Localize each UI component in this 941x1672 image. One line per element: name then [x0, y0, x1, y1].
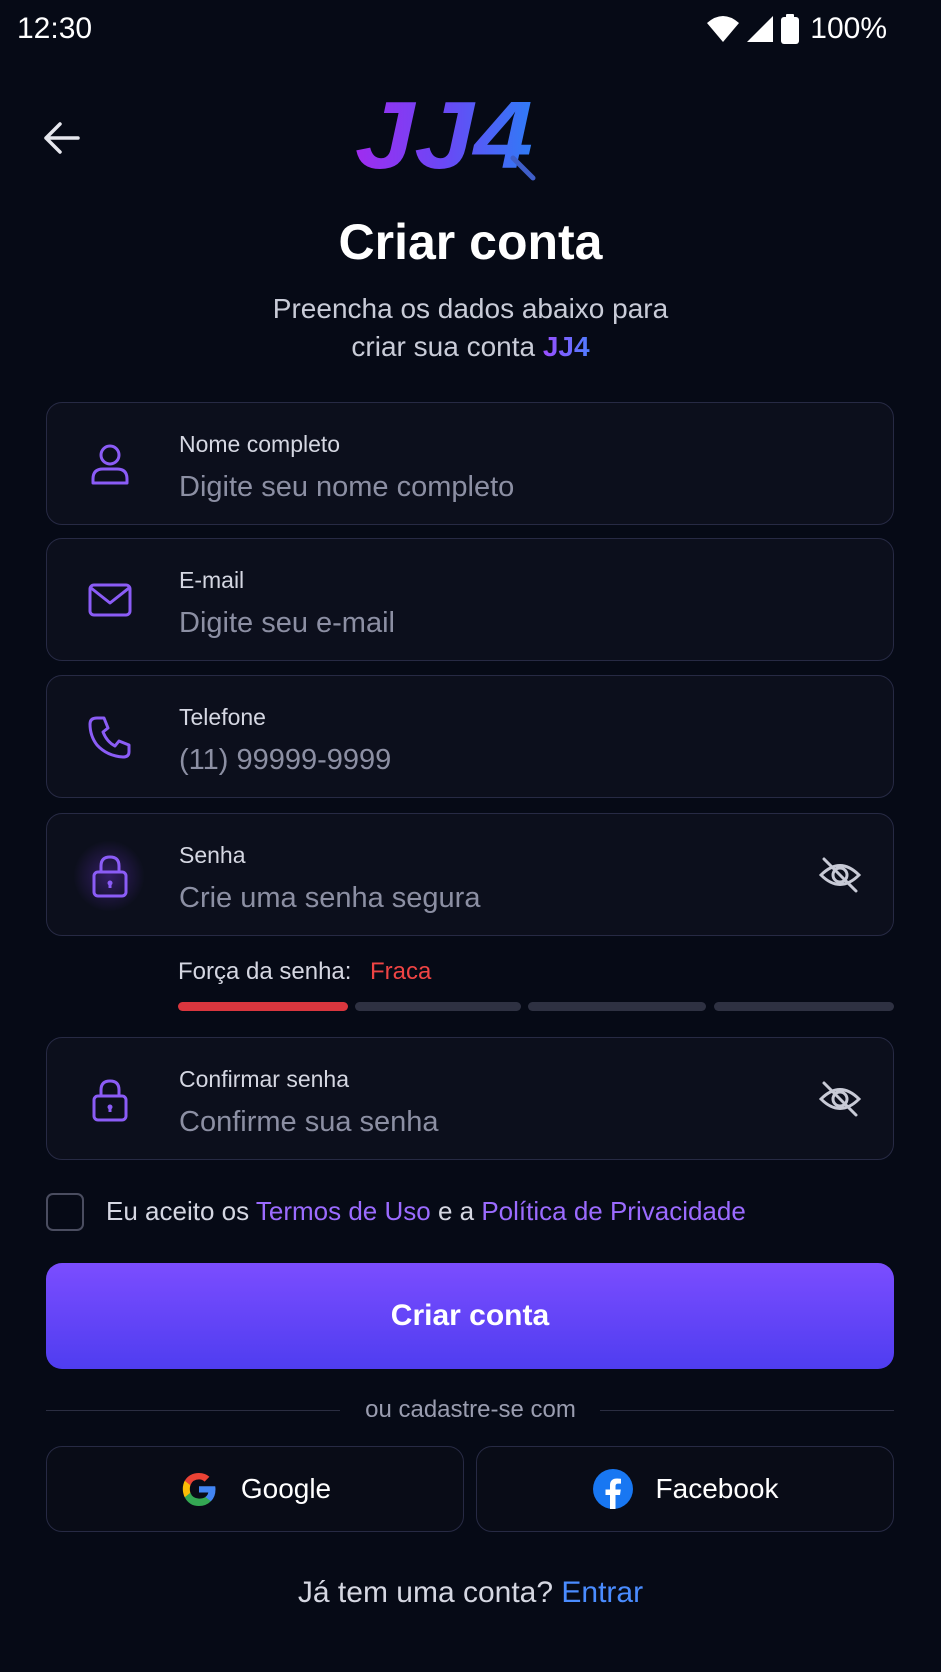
page-subtitle: Preencha os dados abaixo para criar sua … [0, 290, 941, 366]
name-input[interactable] [179, 467, 799, 507]
strength-segment-4 [714, 1002, 894, 1011]
facebook-icon [592, 1469, 633, 1509]
user-icon [85, 439, 135, 489]
phone-field[interactable]: Telefone [46, 675, 894, 798]
google-icon [182, 1473, 216, 1506]
confirm-password-input[interactable] [179, 1102, 799, 1142]
phone-label: Telefone [179, 704, 266, 730]
toggle-password-visibility[interactable] [817, 852, 863, 898]
wifi-icon [706, 15, 740, 43]
terms-text: Eu aceito os Termos de Uso e a Política … [106, 1196, 746, 1227]
eye-off-icon [818, 1081, 862, 1117]
logo-text: JJ4 [355, 88, 533, 184]
strength-segment-3 [528, 1002, 706, 1011]
strength-segment-2 [355, 1002, 521, 1011]
name-field[interactable]: Nome completo [46, 402, 894, 525]
password-strength-value: Fraca [370, 958, 432, 985]
mail-icon [85, 575, 135, 625]
password-label: Senha [179, 842, 246, 868]
toggle-confirm-password-visibility[interactable] [817, 1076, 863, 1122]
google-label: Google [240, 1473, 332, 1504]
login-prompt: Já tem uma conta? Entrar [0, 1576, 941, 1610]
eye-off-icon [818, 857, 862, 893]
terms-of-use-link[interactable]: Termos de Uso [256, 1196, 431, 1226]
terms-middle: e a [437, 1196, 475, 1226]
email-label: E-mail [179, 567, 245, 593]
battery-percent: 100% [810, 12, 887, 45]
terms-checkbox[interactable] [46, 1193, 84, 1231]
subtitle-line-2: criar sua conta JJ4 [0, 328, 941, 366]
password-strength-label: Força da senha: [178, 958, 352, 985]
email-input[interactable] [179, 603, 799, 643]
email-field[interactable]: E-mail [46, 538, 894, 661]
status-icons: 100% [706, 12, 887, 46]
page-title: Criar conta [338, 214, 603, 270]
password-field[interactable]: Senha [46, 813, 894, 936]
terms-prefix: Eu aceito os [106, 1196, 250, 1226]
facebook-signup-button[interactable]: Facebook [476, 1446, 894, 1532]
confirm-password-field[interactable]: Confirmar senha [46, 1037, 894, 1160]
password-input[interactable] [179, 878, 799, 918]
lock-icon [85, 850, 135, 900]
subtitle-line-1: Preencha os dados abaixo para [272, 293, 669, 324]
name-label: Nome completo [179, 431, 341, 457]
status-time: 12:30 [17, 12, 93, 45]
signal-icon [746, 15, 774, 43]
google-signup-button[interactable]: Google [46, 1446, 464, 1532]
phone-icon [85, 712, 135, 762]
phone-input[interactable] [179, 740, 799, 780]
strength-segment-1 [178, 1002, 348, 1011]
login-question: Já tem uma conta? [297, 1576, 554, 1609]
create-account-button[interactable]: Criar conta [46, 1263, 894, 1369]
back-button[interactable] [40, 116, 84, 160]
privacy-policy-link[interactable]: Política de Privacidade [481, 1196, 745, 1226]
signup-screen: 12:30 100% JJ4 Criar conta Preencha os d… [0, 0, 941, 1672]
lock-icon [85, 1074, 135, 1124]
confirm-password-label: Confirmar senha [179, 1066, 350, 1092]
arrow-left-icon [44, 122, 80, 154]
facebook-label: Facebook [655, 1473, 779, 1504]
jj4-logo: JJ4 [355, 88, 536, 184]
subtitle-brand: JJ4 [542, 331, 590, 362]
subtitle-text: criar sua conta [351, 331, 536, 362]
battery-icon [780, 14, 800, 44]
login-link[interactable]: Entrar [561, 1576, 643, 1609]
divider-line-right [600, 1410, 894, 1411]
